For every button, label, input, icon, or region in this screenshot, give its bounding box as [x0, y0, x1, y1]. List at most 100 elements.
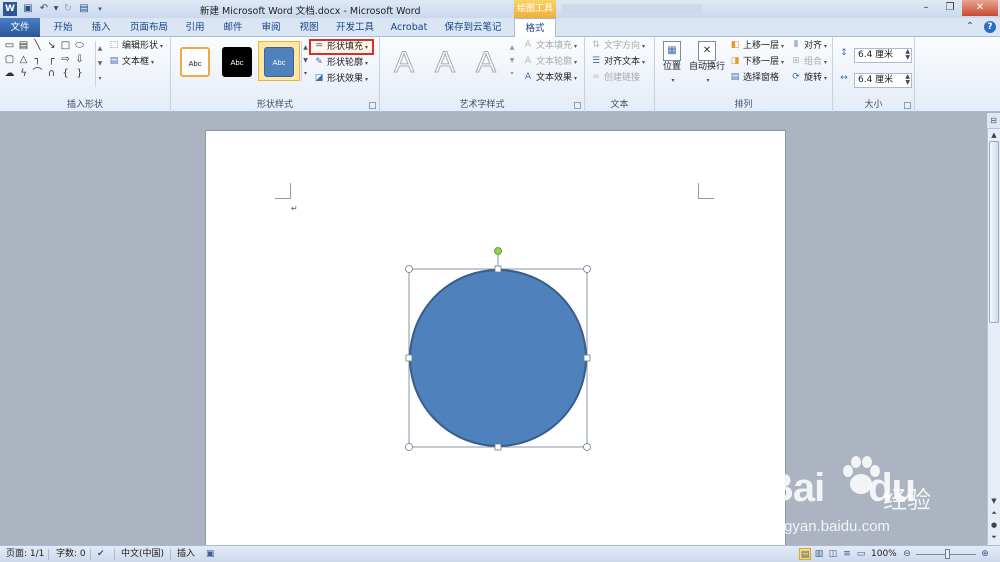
resize-handle-bottom-right[interactable] [583, 443, 591, 451]
scroll-down-icon[interactable]: ▼ [988, 495, 1000, 507]
print-layout-view-icon[interactable]: ▤ [799, 548, 811, 560]
text-box-button[interactable]: ▤ 文本框 ▾ [108, 56, 154, 69]
elbow-arrow-icon[interactable]: ┌ [46, 55, 57, 65]
line-shape-icon[interactable]: ╲ [32, 41, 43, 51]
tab-acrobat[interactable]: Acrobat [386, 18, 432, 37]
save-icon[interactable]: ▣ [21, 2, 35, 16]
oval-shape-icon[interactable]: ⬭ [74, 41, 85, 51]
wordart-style-2[interactable]: A [425, 45, 465, 81]
arc-shape-icon[interactable]: ⌒ [32, 69, 43, 79]
word-app-icon[interactable]: W [3, 2, 17, 16]
elbow-connector-icon[interactable]: ┐ [32, 55, 43, 65]
resize-handle-right[interactable] [583, 354, 591, 362]
tab-references[interactable]: 引用 [178, 18, 212, 37]
help-icon[interactable]: ? [984, 21, 996, 33]
shape-fill-button[interactable]: ♒ 形状填充 ▾ [309, 39, 375, 55]
circle-shape[interactable] [400, 244, 600, 456]
right-arrow-shape-icon[interactable]: ⇨ [60, 55, 71, 65]
resize-handle-top-left[interactable] [405, 265, 413, 273]
previous-page-icon[interactable]: ⏶ [988, 507, 1000, 519]
tab-view[interactable]: 视图 [292, 18, 326, 37]
minimize-button[interactable]: – [914, 0, 938, 16]
tab-file[interactable]: 文件 [0, 18, 40, 37]
align-button[interactable]: ⫴ 对齐 ▾ [790, 40, 827, 53]
rotation-handle[interactable] [494, 247, 502, 255]
zoom-out-icon[interactable]: ⊖ [901, 548, 913, 560]
resize-handle-bottom[interactable] [494, 443, 502, 451]
shape-outline-button[interactable]: ✎ 形状轮廓 ▾ [313, 57, 368, 70]
wordart-style-3[interactable]: A [466, 45, 506, 81]
next-page-icon[interactable]: ⏷ [988, 531, 1000, 543]
outline-view-icon[interactable]: ≡ [841, 548, 853, 560]
redo-icon[interactable]: ↻ [61, 2, 75, 16]
shape-width-input[interactable]: 6.4 厘米 ▲ ▼ [854, 73, 912, 88]
rounded-rect-shape-icon[interactable]: ▢ [4, 55, 15, 65]
web-layout-view-icon[interactable]: ◫ [827, 548, 839, 560]
edit-shape-button[interactable]: ⬚ 编辑形状 ▾ [108, 40, 163, 53]
view-ruler-icon[interactable]: ⊟ [987, 113, 1000, 129]
send-backward-button[interactable]: ◨ 下移一层 ▾ [729, 56, 784, 69]
tab-insert[interactable]: 插入 [84, 18, 118, 37]
text-outline-button[interactable]: A 文本轮廓 ▾ [522, 56, 577, 69]
rotate-button[interactable]: ⟳ 旋转 ▾ [790, 72, 827, 85]
width-spinner-icon[interactable]: ▲ ▼ [905, 74, 910, 86]
zoom-in-icon[interactable]: ⊕ [979, 548, 991, 560]
resize-handle-bottom-left[interactable] [405, 443, 413, 451]
vertical-scroll-thumb[interactable] [989, 141, 999, 323]
bring-forward-button[interactable]: ◧ 上移一层 ▾ [729, 40, 784, 53]
left-brace-shape-icon[interactable]: { [60, 69, 71, 79]
scroll-up-icon[interactable]: ▲ [988, 129, 1000, 141]
height-spinner-icon[interactable]: ▲ ▼ [905, 49, 910, 61]
resize-handle-left[interactable] [405, 354, 413, 362]
paragraph-mark[interactable]: ↵ [291, 204, 298, 213]
curve-shape-icon[interactable]: ∩ [46, 69, 57, 79]
tab-home[interactable]: 开始 [46, 18, 80, 37]
shape-styles-scroll[interactable]: ▲ ▼ ▾ [301, 41, 309, 81]
tab-mailings[interactable]: 邮件 [216, 18, 250, 37]
tab-review[interactable]: 审阅 [254, 18, 288, 37]
full-screen-reading-view-icon[interactable]: ▥ [813, 548, 825, 560]
textbox-shape-icon[interactable]: ▭ [4, 41, 15, 51]
create-link-button[interactable]: ∞ 创建链接 [590, 72, 640, 85]
tab-page-layout[interactable]: 页面布局 [124, 18, 174, 37]
tab-save-to-cloud-notes[interactable]: 保存到云笔记 [440, 18, 506, 37]
wrap-text-button[interactable]: ✕ 自动换行 ▾ [688, 41, 726, 97]
resize-handle-top[interactable] [494, 265, 502, 273]
proofing-icon[interactable]: ✔ [97, 546, 105, 562]
lightning-shape-icon[interactable]: ϟ [18, 69, 29, 79]
shape-styles-launcher-icon[interactable] [369, 102, 376, 109]
language-indicator[interactable]: 中文(中国) [121, 546, 164, 562]
shape-effects-button[interactable]: ◪ 形状效果 ▾ [313, 73, 368, 86]
shape-style-swatch-blue[interactable]: Abc [264, 47, 294, 77]
insert-mode-indicator[interactable]: 插入 [177, 546, 195, 562]
wordart-style-1[interactable]: A [384, 45, 424, 81]
vertical-scrollbar[interactable]: ▲ ▼ ⏶ ● ⏷ [987, 129, 1000, 545]
zoom-slider-thumb[interactable] [945, 549, 950, 559]
shape-style-swatch-black[interactable]: Abc [222, 47, 252, 77]
shapes-gallery[interactable]: ▭ ▤ ╲ ↘ □ ⬭ ▢ △ ┐ ┌ ⇨ ⇩ ☁ ϟ ⌒ ∩ { } [4, 41, 96, 87]
shapes-gallery-scroll[interactable]: ▲ ▼ ▾ [95, 41, 104, 87]
text-fill-button[interactable]: A 文本填充 ▾ [522, 40, 577, 53]
browse-object-icon[interactable]: ● [988, 519, 1000, 531]
freeform-shape-icon[interactable]: ☁ [4, 69, 15, 79]
wordart-styles-launcher-icon[interactable] [574, 102, 581, 109]
align-text-button[interactable]: ☰ 对齐文本 ▾ [590, 56, 645, 69]
customize-quick-access-icon[interactable]: ▾ [93, 2, 107, 16]
zoom-level[interactable]: 100% [871, 546, 897, 562]
word-count[interactable]: 字数: 0 [56, 546, 86, 562]
tab-format[interactable]: 格式 [514, 18, 556, 38]
shape-style-swatch-outline[interactable]: Abc [180, 47, 210, 77]
text-effects-button[interactable]: A 文本效果 ▾ [522, 72, 577, 85]
text-direction-button[interactable]: ⇅ 文字方向 ▾ [590, 40, 645, 53]
selection-pane-button[interactable]: ▤ 选择窗格 [729, 72, 779, 85]
wordart-styles-scroll[interactable]: ▲ ▼ ▾ [508, 41, 516, 81]
close-button[interactable]: ✕ [962, 0, 998, 16]
down-arrow-shape-icon[interactable]: ⇩ [74, 55, 85, 65]
print-preview-icon[interactable]: ▤ [77, 2, 91, 16]
macro-record-icon[interactable]: ▣ [206, 546, 215, 562]
size-launcher-icon[interactable] [904, 102, 911, 109]
position-button[interactable]: ▦ 位置 ▾ [660, 41, 684, 97]
tab-developer[interactable]: 开发工具 [332, 18, 378, 37]
triangle-shape-icon[interactable]: △ [18, 55, 29, 65]
restore-button[interactable]: ❐ [938, 0, 962, 16]
